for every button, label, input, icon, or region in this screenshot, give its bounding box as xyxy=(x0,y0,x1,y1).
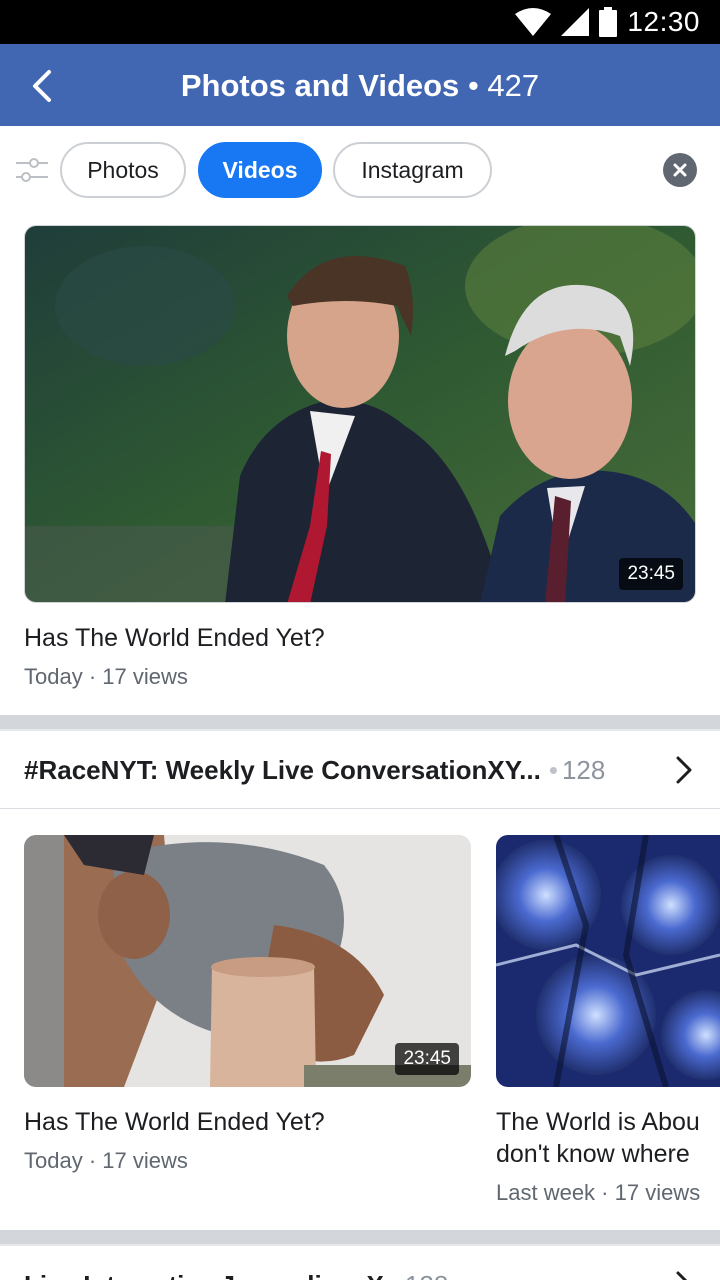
video-card-title-line-1: The World is Abou xyxy=(496,1108,700,1136)
filter-chip-instagram[interactable]: Instagram xyxy=(333,142,492,198)
status-icons: 12:30 xyxy=(515,6,700,38)
video-card-title[interactable]: Has The World Ended Yet? xyxy=(24,1108,325,1137)
page-title-text: Photos and Videos xyxy=(180,68,460,103)
clear-filters-button[interactable] xyxy=(663,153,697,187)
video-card-thumbnail[interactable]: 23:45 xyxy=(24,835,471,1087)
album-title-separator: • xyxy=(392,1270,401,1280)
section-divider xyxy=(0,1230,720,1246)
section-divider xyxy=(0,715,720,731)
cellular-signal-icon xyxy=(561,8,590,36)
battery-icon xyxy=(599,7,618,37)
album-title-separator: • xyxy=(548,755,558,785)
filter-chip-videos[interactable]: Videos xyxy=(198,142,322,198)
album-header-racenyt[interactable]: #RaceNYT: Weekly Live ConversationXY... •… xyxy=(0,731,720,809)
page-title-count: 427 xyxy=(487,68,540,103)
page-title: Photos and Videos • 427 xyxy=(0,68,720,104)
page-title-separator: • xyxy=(467,68,479,103)
album-count: 128 xyxy=(405,1270,448,1280)
featured-video-image xyxy=(25,226,695,602)
app-bar: Photos and Videos • 427 xyxy=(0,44,720,126)
album-title: Live Interactive Journalism X • 128 xyxy=(24,1270,448,1280)
video-card-thumbnail[interactable] xyxy=(496,835,720,1087)
featured-video-thumbnail[interactable]: 23:45 xyxy=(24,225,696,603)
video-card-title-line-2: don't know where xyxy=(496,1140,690,1168)
video-card-meta: Last week · 17 views xyxy=(496,1180,701,1205)
status-bar: 12:30 xyxy=(0,0,720,44)
featured-video-meta: Today · 17 views xyxy=(24,664,188,689)
album-title-text: #RaceNYT: Weekly Live ConversationXY... xyxy=(24,755,541,785)
filter-bar: Photos Videos Instagram xyxy=(0,126,720,214)
video-duration-badge: 23:45 xyxy=(619,558,683,590)
video-card-title[interactable]: The World is Abou don't know where xyxy=(496,1108,720,1172)
filter-chip-photos[interactable]: Photos xyxy=(60,142,186,198)
album-title: #RaceNYT: Weekly Live ConversationXY... •… xyxy=(24,755,605,786)
video-card-meta-wrap: Last week · 17 views xyxy=(496,1180,720,1210)
abstract-video-image xyxy=(496,835,720,1087)
chevron-right-icon xyxy=(676,1271,688,1280)
chevron-right-icon xyxy=(676,756,692,784)
featured-video-title[interactable]: Has The World Ended Yet? xyxy=(24,624,325,653)
video-card-meta: Today · 17 views xyxy=(24,1148,188,1173)
video-duration-badge: 23:45 xyxy=(395,1043,459,1075)
album-count: 128 xyxy=(561,755,606,785)
filter-sliders-icon[interactable] xyxy=(14,152,50,188)
wifi-icon xyxy=(515,8,552,36)
album-title-text: Live Interactive Journalism X xyxy=(24,1270,384,1280)
status-time: 12:30 xyxy=(627,6,700,37)
close-icon xyxy=(673,163,687,177)
album-header-live-journalism[interactable]: Live Interactive Journalism X • 128 xyxy=(0,1246,720,1280)
